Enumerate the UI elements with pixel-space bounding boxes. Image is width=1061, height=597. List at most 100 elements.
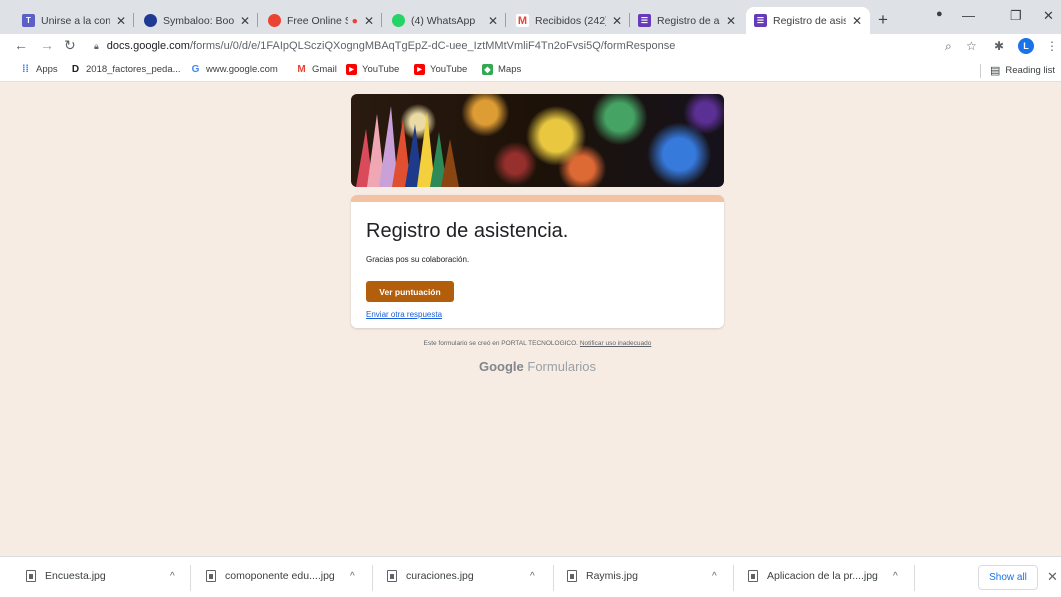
chevron-up-icon[interactable]: ^ [170, 571, 175, 582]
back-button[interactable]: ← [14, 37, 28, 53]
reload-button[interactable]: ↻ [64, 37, 76, 54]
close-icon[interactable]: ✕ [116, 14, 126, 28]
forward-button[interactable]: → [40, 37, 54, 53]
confirmation-message: Gracias pos su colaboración. [366, 255, 470, 264]
tab-separator [381, 13, 382, 27]
download-item[interactable]: curaciones.jpg [387, 570, 474, 582]
form-creator-text: Este formulario se creó en PORTAL TECNOL… [423, 340, 578, 347]
download-separator [553, 565, 554, 591]
tab-2[interactable]: Symbaloo: Bookm ✕ [136, 7, 258, 34]
address-bar[interactable]: 🔒︎ docs.google.com/forms/u/0/d/e/1FAIpQL… [90, 35, 970, 57]
gmail-icon: M [516, 14, 529, 27]
image-file-icon [748, 570, 758, 582]
bookmark-label: YouTube [430, 64, 468, 75]
new-tab-button[interactable]: + [878, 10, 888, 30]
bookmark-youtube-1[interactable]: ▶ YouTube [346, 64, 399, 75]
show-all-downloads-button[interactable]: Show all [978, 565, 1038, 590]
tab-separator [505, 13, 506, 27]
tab-separator [257, 13, 258, 27]
zoom-icon[interactable]: ⌕ [945, 39, 952, 54]
download-separator [914, 565, 915, 591]
close-icon[interactable]: ✕ [726, 14, 736, 28]
apps-grid-icon: ⁞⁞ [22, 64, 29, 75]
tab-7-active[interactable]: ☰ Registro de asiste ✕ [746, 7, 870, 34]
download-separator [733, 565, 734, 591]
close-icon[interactable]: ✕ [612, 14, 622, 28]
bookmark-apps[interactable]: ⁞⁞ Apps [20, 64, 58, 75]
chevron-up-icon[interactable]: ^ [530, 571, 535, 582]
menu-icon[interactable]: ⋮ [1046, 39, 1058, 53]
bookmark-maps[interactable]: ◆ Maps [482, 64, 521, 75]
bookmark-label: www.google.com [206, 64, 278, 75]
tab-1[interactable]: T Unirse a la conve ✕ [14, 7, 134, 34]
close-window-button[interactable]: ✕ [1043, 8, 1054, 24]
extensions-icon[interactable]: ✱ [994, 39, 1004, 53]
bookmark-label: Gmail [312, 64, 337, 75]
google-icon: G [191, 64, 200, 75]
whatsapp-icon [392, 14, 405, 27]
bookmark-gmail[interactable]: M Gmail [296, 64, 337, 75]
bookmark-star-icon[interactable]: ☆ [966, 39, 977, 53]
brand-product: Formularios [527, 359, 597, 374]
profile-avatar[interactable]: L [1018, 38, 1034, 54]
view-score-button[interactable]: Ver puntuación [366, 281, 454, 302]
form-footer-note: Este formulario se creó en PORTAL TECNOL… [351, 340, 724, 347]
chevron-up-icon[interactable]: ^ [893, 571, 898, 582]
teams-icon: T [22, 14, 35, 27]
download-item[interactable]: Raymis.jpg [567, 570, 638, 582]
tab-6[interactable]: ☰ Registro de asiste ✕ [630, 7, 744, 34]
download-separator [190, 565, 191, 591]
tab-title: Registro de asiste [773, 14, 846, 27]
brand-google: Google [478, 359, 524, 374]
bookmarks-divider [980, 64, 981, 78]
image-file-icon [206, 570, 216, 582]
forms-icon: ☰ [754, 14, 767, 27]
reading-list-button[interactable]: ▤ Reading list [990, 64, 1055, 77]
tab-title: Free Online S [287, 14, 348, 27]
tab-4[interactable]: (4) WhatsApp ✕ [384, 7, 506, 34]
image-file-icon [567, 570, 577, 582]
download-shelf: Encuesta.jpg ^ comoponente edu....jpg ^ … [0, 556, 1061, 597]
download-item[interactable]: Encuesta.jpg [26, 570, 106, 582]
chevron-up-icon[interactable]: ^ [712, 571, 717, 582]
tab-3[interactable]: Free Online S ● ✕ [260, 7, 382, 34]
minimize-button[interactable]: — [962, 8, 975, 23]
download-item[interactable]: Aplicacion de la pr....jpg [748, 570, 878, 582]
maps-icon: ◆ [482, 64, 493, 75]
bookmark-label: Apps [36, 64, 58, 75]
lock-icon: 🔒︎ [94, 40, 99, 51]
download-filename: Encuesta.jpg [45, 570, 106, 582]
bookmark-label: 2018_factores_peda... [86, 64, 181, 75]
tab-title: Unirse a la conve [41, 14, 110, 27]
tab-separator [133, 13, 134, 27]
bookmark-google[interactable]: G www.google.com [190, 64, 278, 75]
tab-5[interactable]: M Recibidos (242) - ✕ [508, 7, 630, 34]
colored-pencils-image [356, 106, 459, 187]
tab-title: Recibidos (242) - [535, 14, 606, 27]
chevron-up-icon[interactable]: ^ [350, 571, 355, 582]
symbaloo-icon [144, 14, 157, 27]
submit-another-link[interactable]: Enviar otra respuesta [366, 310, 442, 319]
download-filename: Aplicacion de la pr....jpg [767, 570, 878, 582]
screen-recorder-icon [268, 14, 281, 27]
close-icon[interactable]: ✕ [240, 14, 250, 28]
bookmark-doc[interactable]: D 2018_factores_peda... [70, 64, 181, 75]
bookmark-youtube-2[interactable]: ▶ YouTube [414, 64, 467, 75]
close-icon[interactable]: ✕ [488, 14, 498, 28]
download-filename: curaciones.jpg [406, 570, 474, 582]
close-icon[interactable]: ✕ [364, 14, 374, 28]
close-icon[interactable]: ✕ [1047, 569, 1058, 585]
tab-search-icon[interactable]: ● [936, 8, 943, 20]
url-host: docs.google.com [106, 40, 190, 52]
restore-button[interactable]: ❐ [1010, 8, 1022, 24]
close-icon[interactable]: ✕ [852, 14, 862, 28]
report-abuse-link[interactable]: Notificar uso inadecuado [580, 340, 652, 347]
recording-dot-icon: ● [351, 14, 358, 27]
tab-strip: T Unirse a la conve ✕ Symbaloo: Bookm ✕ … [0, 0, 1061, 34]
download-item[interactable]: comoponente edu....jpg [206, 570, 335, 582]
form-confirmation-card: Registro de asistencia. Gracias pos su c… [351, 195, 724, 328]
google-forms-logo[interactable]: Google Formularios [351, 359, 724, 374]
youtube-icon: ▶ [346, 64, 357, 75]
download-separator [372, 565, 373, 591]
bookmark-label: Maps [498, 64, 522, 75]
